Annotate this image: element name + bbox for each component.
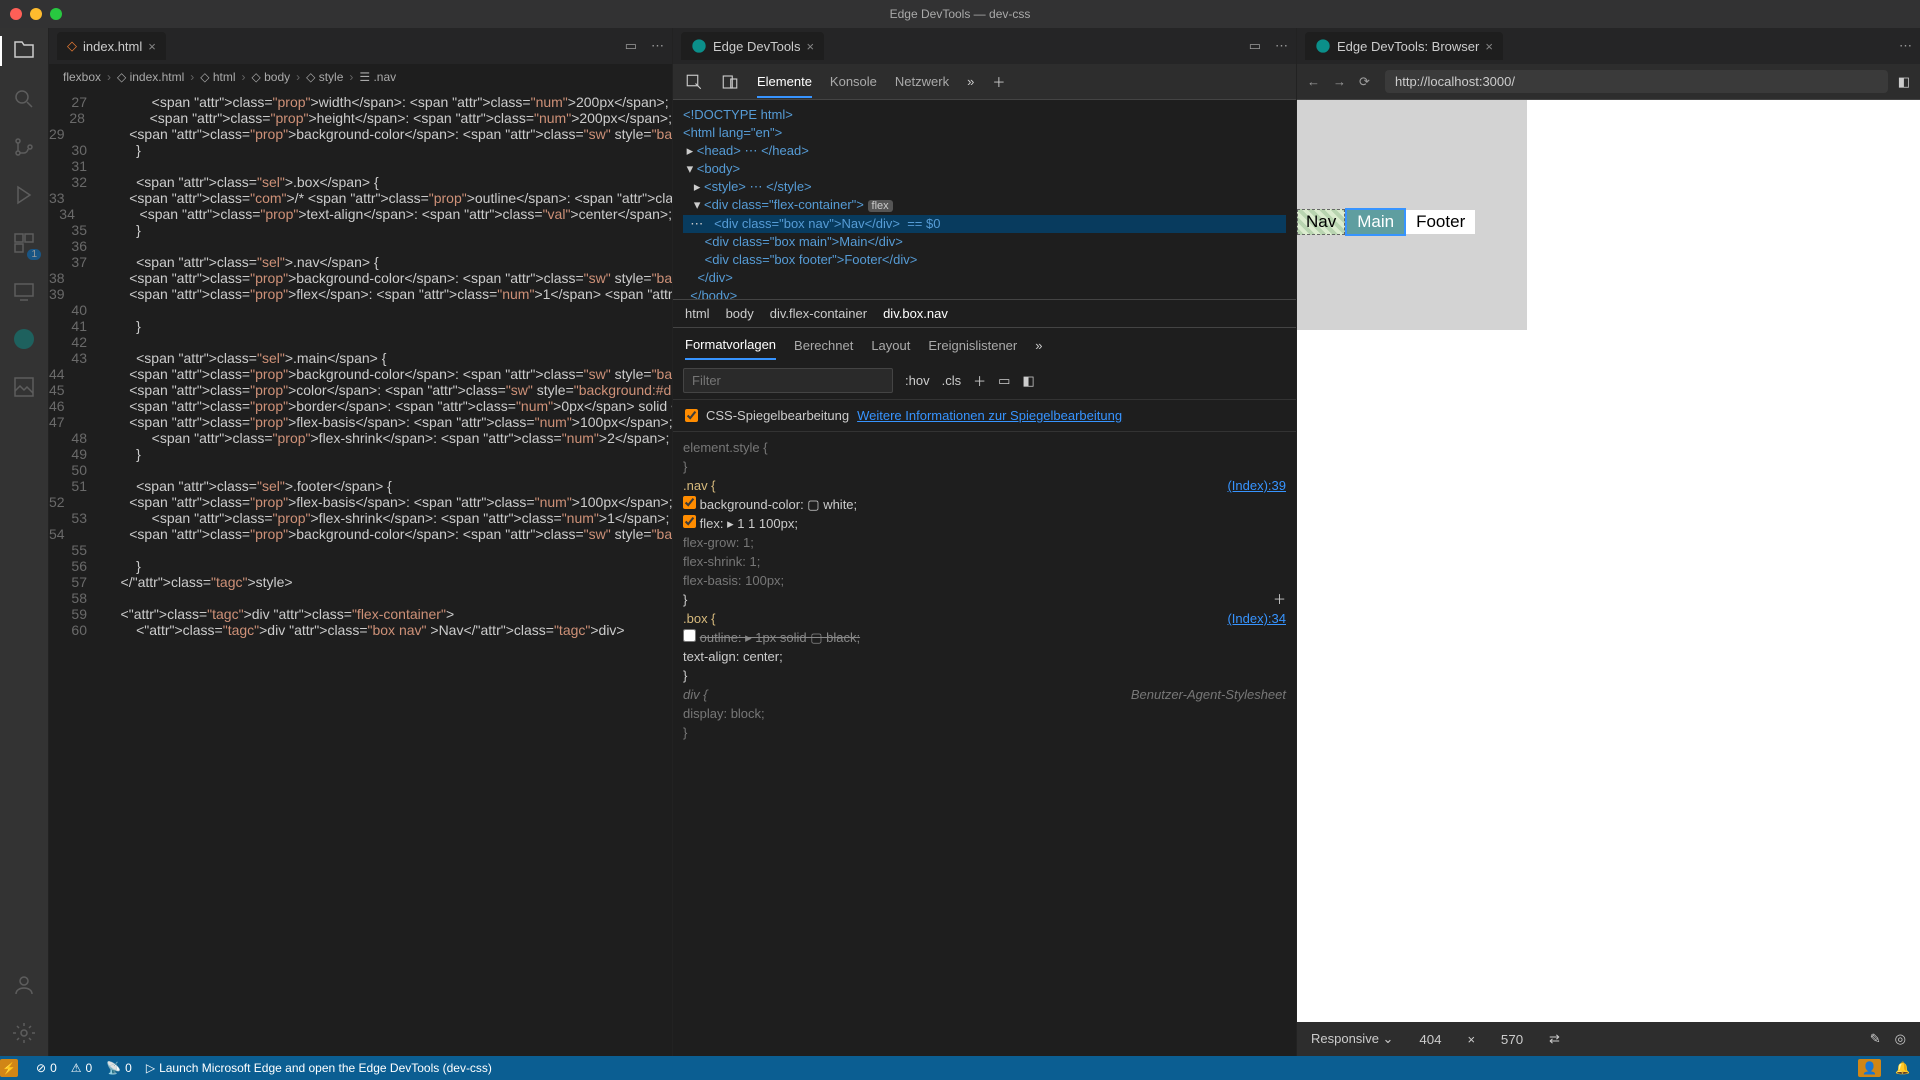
add-tab-icon[interactable]: ＋: [992, 72, 1005, 91]
prop-toggle[interactable]: [683, 629, 696, 642]
flex-badge[interactable]: flex: [868, 200, 893, 212]
styles-filter-input[interactable]: [683, 368, 893, 393]
dom-tree[interactable]: <!DOCTYPE html> <html lang="en"> ▸ <head…: [673, 100, 1296, 300]
preview-flex-row: Nav Main Footer: [1297, 208, 1475, 236]
titlebar: Edge DevTools — dev-css: [0, 0, 1920, 28]
activity-bar: 1: [0, 28, 48, 1056]
add-rule-icon[interactable]: ＋: [973, 371, 986, 390]
settings-icon[interactable]: [11, 1020, 37, 1046]
page-preview: Nav Main Footer: [1297, 100, 1920, 1022]
code-editor[interactable]: 27 <span "attr">class="prop">width</span…: [49, 90, 672, 1056]
status-message[interactable]: ▷ Launch Microsoft Edge and open the Edg…: [146, 1061, 492, 1075]
window-controls[interactable]: [10, 8, 62, 20]
status-bar: ⚡ ⊘ 0 ⚠ 0 📡 0 ▷ Launch Microsoft Edge an…: [0, 1056, 1920, 1080]
edge-tools-icon[interactable]: [11, 326, 37, 352]
remote-icon[interactable]: [11, 278, 37, 304]
explorer-icon[interactable]: [11, 38, 37, 64]
hov-toggle[interactable]: :hov: [905, 373, 930, 388]
times-icon: ×: [1467, 1032, 1475, 1047]
extensions-icon[interactable]: 1: [11, 230, 37, 256]
editor-tab-label: index.html: [83, 39, 142, 54]
more-icon[interactable]: ⋯: [1899, 38, 1912, 54]
close-icon[interactable]: ×: [1485, 39, 1493, 54]
css-mirror-label: CSS-Spiegelbearbeitung: [706, 408, 849, 423]
more-icon[interactable]: ⋯: [651, 38, 664, 54]
more-icon[interactable]: ⋯: [1275, 38, 1288, 54]
split-icon[interactable]: ▭: [1249, 38, 1261, 54]
computed-tab[interactable]: Berechnet: [794, 338, 853, 353]
window-title: Edge DevTools — dev-css: [890, 7, 1031, 21]
editor-tab[interactable]: ◇ index.html ×: [57, 32, 166, 60]
extensions-badge: 1: [27, 249, 41, 260]
chevron-right-icon[interactable]: »: [967, 74, 974, 89]
editor-pane: ◇ index.html × ▭ ⋯ flexbox› ◇ index.html…: [48, 28, 672, 1056]
breadcrumb[interactable]: flexbox› ◇ index.html› ◇ html› ◇ body› ◇…: [49, 64, 672, 90]
cls-toggle[interactable]: .cls: [942, 373, 962, 388]
errors-count[interactable]: ⊘ 0: [36, 1061, 57, 1075]
account-icon[interactable]: [11, 972, 37, 998]
close-icon[interactable]: ×: [148, 39, 156, 54]
dom-breadcrumb[interactable]: html body div.flex-container div.box.nav: [673, 300, 1296, 328]
devtools-tab[interactable]: Edge DevTools ×: [681, 32, 824, 60]
devtools-pane: Edge DevTools × ▭ ⋯ Elemente Konsole Net…: [672, 28, 1296, 1056]
image-icon[interactable]: [11, 374, 37, 400]
source-control-icon[interactable]: [11, 134, 37, 160]
close-icon[interactable]: ×: [806, 39, 814, 54]
browser-pane: Edge DevTools: Browser × ⋯ ← → ⟳ http://…: [1296, 28, 1920, 1056]
source-link[interactable]: (Index):39: [1227, 476, 1286, 495]
prop-toggle[interactable]: [683, 496, 696, 509]
panel-tab-network[interactable]: Netzwerk: [895, 74, 949, 89]
split-editor-icon[interactable]: ▭: [625, 38, 637, 54]
css-mirror-checkbox[interactable]: [685, 409, 698, 422]
url-input[interactable]: http://localhost:3000/: [1385, 70, 1888, 93]
chevron-right-icon[interactable]: »: [1035, 338, 1042, 353]
remote-indicator[interactable]: ⚡: [0, 1059, 18, 1077]
add-prop-icon[interactable]: ＋: [1273, 590, 1286, 609]
browser-tab-label: Edge DevTools: Browser: [1337, 39, 1479, 54]
preview-nav: Nav: [1297, 209, 1345, 235]
reload-icon[interactable]: ⟳: [1359, 74, 1375, 90]
warnings-count[interactable]: ⚠ 0: [71, 1061, 92, 1075]
listeners-tab[interactable]: Ereignislistener: [928, 338, 1017, 353]
notifications-icon[interactable]: 🔔: [1895, 1061, 1910, 1075]
devtools-toggle-icon[interactable]: ◧: [1898, 74, 1910, 90]
device-toggle-icon[interactable]: [721, 73, 739, 91]
preview-footer: Footer: [1406, 210, 1475, 234]
rotate-icon[interactable]: ⇄: [1549, 1031, 1560, 1047]
inspect-icon[interactable]: [685, 73, 703, 91]
width-input[interactable]: [1407, 1032, 1453, 1047]
search-icon[interactable]: [11, 86, 37, 112]
device-select[interactable]: Responsive ⌄: [1311, 1031, 1393, 1047]
device-icon[interactable]: ▭: [998, 373, 1010, 389]
height-input[interactable]: [1489, 1032, 1535, 1047]
panel-icon[interactable]: ◧: [1022, 373, 1034, 389]
panel-tab-console[interactable]: Konsole: [830, 74, 877, 89]
forward-icon[interactable]: →: [1333, 74, 1349, 90]
devtools-tab-label: Edge DevTools: [713, 39, 800, 54]
css-mirror-link[interactable]: Weitere Informationen zur Spiegelbearbei…: [857, 408, 1122, 423]
panel-tab-elements[interactable]: Elemente: [757, 74, 812, 98]
run-debug-icon[interactable]: [11, 182, 37, 208]
eyedropper-icon[interactable]: ✎: [1870, 1031, 1881, 1047]
style-rules[interactable]: element.style { } .nav {(Index):39 backg…: [673, 432, 1296, 1056]
styles-tab[interactable]: Formatvorlagen: [685, 337, 776, 360]
port-indicator[interactable]: 📡 0: [106, 1061, 132, 1075]
browser-tab[interactable]: Edge DevTools: Browser ×: [1305, 32, 1503, 60]
target-icon[interactable]: ◎: [1895, 1031, 1906, 1047]
preview-main: Main: [1345, 208, 1406, 236]
source-link[interactable]: (Index):34: [1227, 609, 1286, 628]
profile-badge[interactable]: 👤: [1858, 1059, 1881, 1077]
layout-tab[interactable]: Layout: [871, 338, 910, 353]
back-icon[interactable]: ←: [1307, 74, 1323, 90]
prop-toggle[interactable]: [683, 515, 696, 528]
